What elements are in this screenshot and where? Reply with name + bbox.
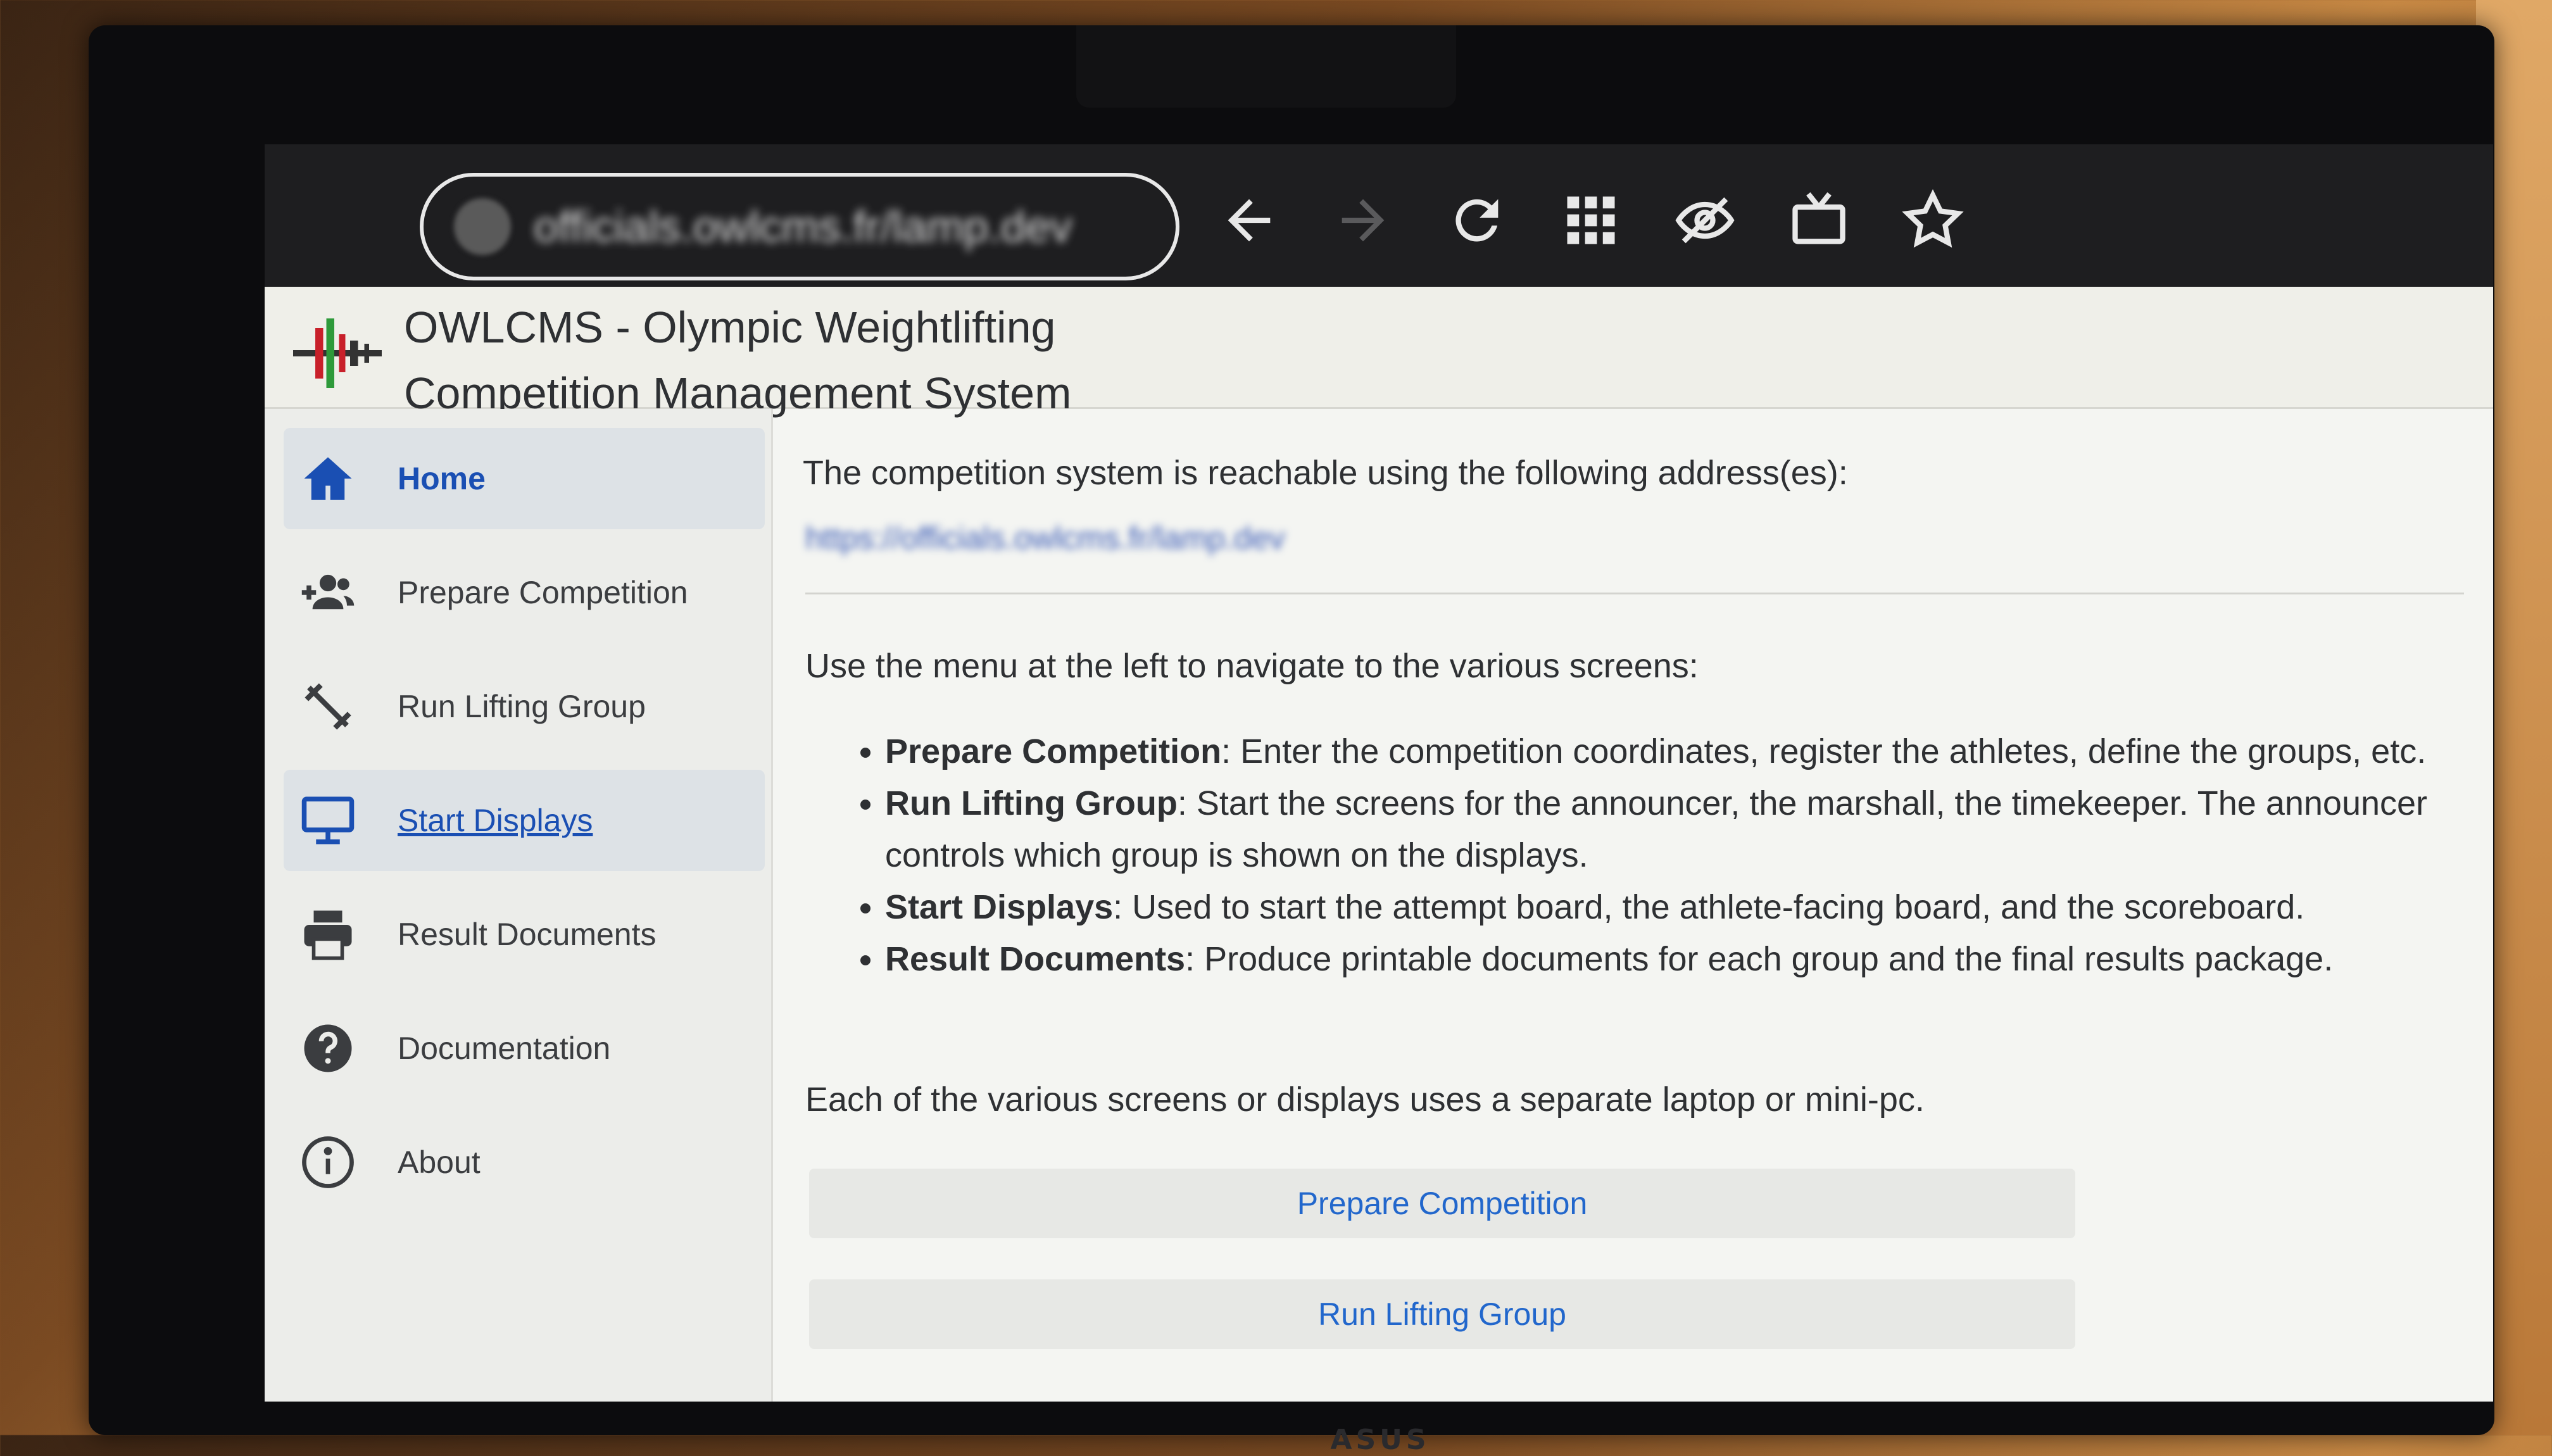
url-bar[interactable]: officials.owlcms.fr/lamp.dev xyxy=(420,173,1179,280)
apps-grid-icon[interactable] xyxy=(1556,189,1626,258)
sidebar-item-prepare-competition[interactable]: Prepare Competition xyxy=(284,542,765,643)
sidebar-item-about[interactable]: About xyxy=(284,1112,765,1213)
printer-icon xyxy=(296,903,360,966)
list-item: Start Displays: Used to start the attemp… xyxy=(885,881,2493,933)
menu-instructions: Use the menu at the left to navigate to … xyxy=(805,647,1699,685)
sidebar-item-label: Prepare Competition xyxy=(398,575,688,610)
url-text[interactable]: officials.owlcms.fr/lamp.dev xyxy=(534,201,1072,252)
sidebar-item-label: Result Documents xyxy=(398,917,657,952)
sidebar-item-start-displays[interactable]: Start Displays xyxy=(284,770,765,871)
forward-arrow-icon[interactable] xyxy=(1328,189,1398,258)
help-icon xyxy=(296,1017,360,1080)
sidebar-item-label: Start Displays xyxy=(398,803,593,838)
sidebar-item-result-documents[interactable]: Result Documents xyxy=(284,884,765,985)
webcam xyxy=(1076,25,1456,108)
screen: officials.owlcms.fr/lamp.dev OWLCMS - Ol… xyxy=(265,144,2493,1402)
screens-note: Each of the various screens or displays … xyxy=(805,1081,1925,1119)
list-item: Prepare Competition: Enter the competiti… xyxy=(885,725,2493,777)
monitor-icon xyxy=(296,789,360,852)
hide-eye-icon[interactable] xyxy=(1670,189,1740,258)
back-arrow-icon[interactable] xyxy=(1214,189,1284,258)
site-info-icon[interactable] xyxy=(454,198,511,255)
home-icon xyxy=(296,447,360,510)
owlcms-logo xyxy=(290,306,385,401)
list-item-term: Prepare Competition xyxy=(885,732,1222,770)
address-link[interactable]: https://officials.owlcms.fr/lamp.dev xyxy=(805,520,1375,556)
monitor-bezel: ASUS officials.owlcms.fr/lamp.dev OWLCMS… xyxy=(89,25,2494,1454)
list-item-term: Start Displays xyxy=(885,888,1114,926)
list-item-desc: : Enter the competition coordinates, reg… xyxy=(1221,732,2427,770)
title-line-1: OWLCMS - Olympic Weightlifting xyxy=(404,303,1056,352)
sidebar-item-label: About xyxy=(398,1145,481,1180)
sidebar-item-documentation[interactable]: Documentation xyxy=(284,998,765,1099)
monitor-brand: ASUS xyxy=(1330,1424,1430,1456)
cast-tv-icon[interactable] xyxy=(1784,189,1854,258)
sidebar-item-label: Documentation xyxy=(398,1031,611,1066)
barbell-icon xyxy=(296,675,360,738)
divider xyxy=(805,593,2464,594)
add-people-icon xyxy=(296,561,360,624)
list-item: Result Documents: Produce printable docu… xyxy=(885,933,2493,985)
list-item-desc: : Produce printable documents for each g… xyxy=(1185,940,2334,978)
app-header: OWLCMS - Olympic Weightlifting Competiti… xyxy=(265,287,2493,418)
sidebar-item-run-lifting-group[interactable]: Run Lifting Group xyxy=(284,656,765,757)
page-title: OWLCMS - Olympic Weightlifting Competiti… xyxy=(404,294,1354,426)
list-item-term: Result Documents xyxy=(885,940,1186,978)
sidebar-item-label: Run Lifting Group xyxy=(398,689,646,724)
reach-text: The competition system is reachable usin… xyxy=(803,454,1848,492)
prepare-competition-button[interactable]: Prepare Competition xyxy=(809,1169,2075,1238)
browser-toolbar: officials.owlcms.fr/lamp.dev xyxy=(265,144,2493,287)
list-item-desc: : Used to start the attempt board, the a… xyxy=(1113,888,2305,926)
main-content: The competition system is reachable usin… xyxy=(784,409,2487,1402)
sidebar-item-label: Home xyxy=(398,461,486,496)
screen-list: Prepare Competition: Enter the competiti… xyxy=(834,725,2493,985)
sidebar-item-home[interactable]: Home xyxy=(284,428,765,529)
info-icon xyxy=(296,1131,360,1194)
run-lifting-group-button[interactable]: Run Lifting Group xyxy=(809,1279,2075,1349)
bookmark-star-icon[interactable] xyxy=(1898,189,1968,258)
reload-icon[interactable] xyxy=(1442,189,1512,258)
sidebar: Home Prepare Competition Run Lifting Gro… xyxy=(265,409,773,1402)
list-item-term: Run Lifting Group xyxy=(885,784,1178,822)
list-item: Run Lifting Group: Start the screens for… xyxy=(885,777,2493,881)
